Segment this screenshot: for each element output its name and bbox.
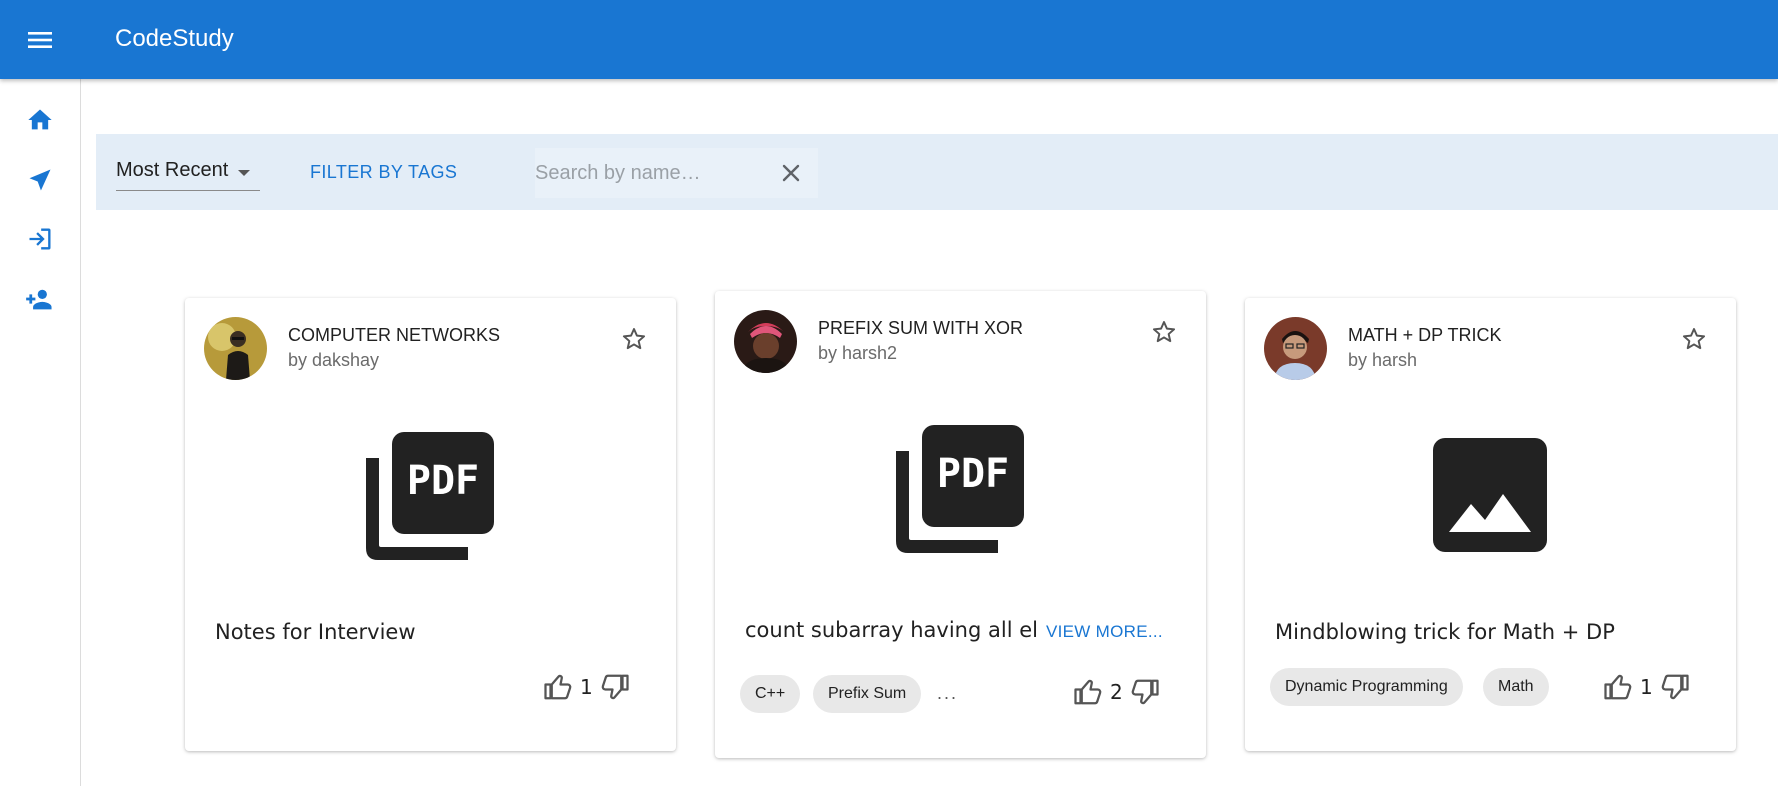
menu-icon (28, 32, 52, 48)
downvote-button[interactable] (1128, 675, 1162, 709)
downvote-button[interactable] (598, 670, 632, 704)
vote-count: 2 (1110, 680, 1123, 704)
avatar[interactable] (734, 310, 797, 373)
vote-count: 1 (580, 675, 593, 699)
chevron-down-icon (238, 170, 250, 176)
post-card[interactable]: MATH + DP TRICK by harsh Mindblowing tri… (1245, 298, 1736, 751)
upvote-button[interactable] (1071, 675, 1105, 709)
star-outline-icon (1152, 321, 1176, 343)
upvote-button[interactable] (1601, 670, 1635, 704)
upvote-button[interactable] (541, 670, 575, 704)
tag-chip[interactable]: Math (1483, 668, 1549, 706)
tag-chip[interactable]: Dynamic Programming (1270, 668, 1463, 706)
card-title: COMPUTER NETWORKS (288, 325, 501, 345)
thumb-up-icon (544, 674, 572, 700)
image-icon[interactable] (1433, 438, 1547, 557)
search-box (535, 148, 818, 198)
home-icon (28, 109, 52, 130)
sort-select[interactable]: Most Recent (116, 156, 260, 191)
downvote-button[interactable] (1658, 670, 1692, 704)
sidebar-item-explore[interactable] (20, 160, 60, 200)
svg-text:PDF: PDF (407, 458, 479, 504)
view-more-link[interactable]: VIEW MORE... (1046, 622, 1163, 642)
post-card[interactable]: PREFIX SUM WITH XOR by harsh2 PDF count … (715, 291, 1206, 758)
tag-chip[interactable]: C++ (740, 675, 801, 713)
star-outline-icon (1682, 328, 1706, 350)
sidebar-item-home[interactable] (20, 100, 60, 140)
favorite-button[interactable] (619, 324, 649, 354)
vote-controls: 2 (1071, 675, 1162, 709)
thumb-up-icon (1604, 674, 1632, 700)
vote-count: 1 (1640, 675, 1653, 699)
sidebar-item-login[interactable] (20, 219, 60, 259)
thumb-down-icon (1131, 679, 1159, 705)
pdf-icon[interactable]: PDF (366, 432, 494, 565)
clear-search-button[interactable] (779, 161, 803, 185)
card-description: Notes for Interview (215, 620, 416, 644)
login-icon (29, 228, 51, 250)
thumb-down-icon (601, 674, 629, 700)
card-author: by harsh (1348, 350, 1418, 370)
send-icon (29, 169, 51, 191)
pdf-icon[interactable]: PDF (896, 425, 1024, 558)
card-author: by harsh2 (818, 343, 898, 363)
menu-button[interactable] (20, 22, 60, 58)
sort-select-value: Most Recent (116, 159, 229, 181)
vote-controls: 1 (1601, 670, 1692, 704)
card-title: MATH + DP TRICK (1348, 325, 1502, 345)
close-icon (782, 164, 800, 182)
avatar[interactable] (1264, 317, 1327, 380)
card-title: PREFIX SUM WITH XOR (818, 318, 1024, 338)
vote-controls: 1 (541, 670, 632, 704)
app-bar: CodeStudy (0, 0, 1778, 79)
avatar[interactable] (204, 317, 267, 380)
person-add-icon (26, 289, 52, 310)
favorite-button[interactable] (1149, 317, 1179, 347)
card-description: count subarray having all el (745, 618, 1038, 642)
card-author: by dakshay (288, 350, 380, 370)
search-input[interactable] (535, 148, 775, 198)
tag-chip[interactable]: Prefix Sum (813, 675, 922, 713)
thumb-down-icon (1661, 674, 1689, 700)
favorite-button[interactable] (1679, 324, 1709, 354)
more-tags-indicator[interactable]: ... (937, 683, 958, 704)
card-description: Mindblowing trick for Math + DP (1275, 620, 1615, 644)
post-card[interactable]: COMPUTER NETWORKS by dakshay PDF Notes f… (185, 298, 676, 751)
sidebar (0, 79, 81, 786)
filter-by-tags-button[interactable]: FILTER BY TAGS (310, 162, 457, 183)
svg-text:PDF: PDF (937, 451, 1009, 497)
star-outline-icon (622, 328, 646, 350)
thumb-up-icon (1074, 679, 1102, 705)
sidebar-item-signup[interactable] (20, 279, 60, 319)
app-title[interactable]: CodeStudy (115, 24, 234, 54)
